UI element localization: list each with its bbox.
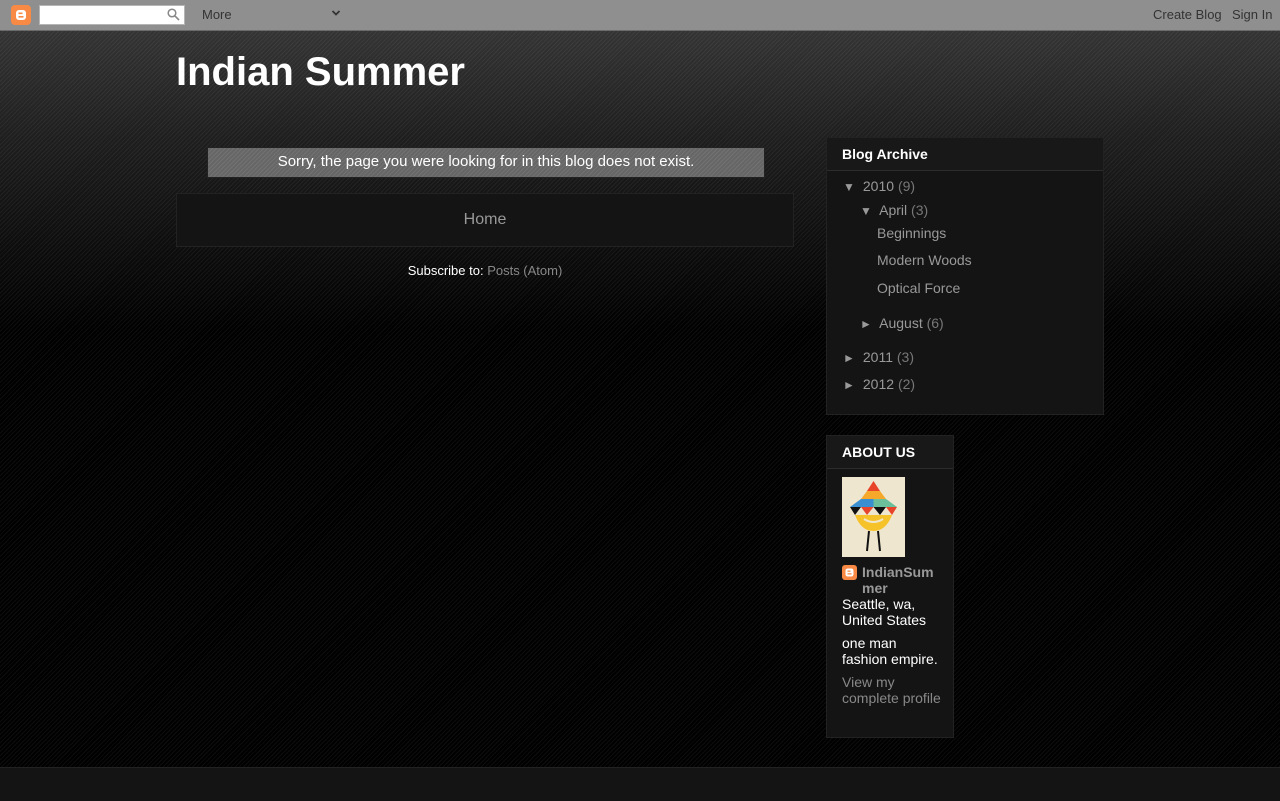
subscribe-feed: Subscribe to: Posts (Atom) (176, 263, 794, 278)
view-profile-link[interactable]: View my complete profile (842, 674, 942, 706)
archive-year-link[interactable]: 2011 (863, 349, 893, 365)
widget-title: ABOUT US (827, 436, 953, 469)
post-count: (9) (897, 178, 916, 194)
post-count: (3) (911, 202, 929, 218)
archive-month-august: ► August (6) (860, 314, 944, 333)
archive-post-link[interactable]: Optical Force (877, 280, 960, 296)
blogger-logo-icon[interactable] (11, 5, 31, 25)
post-count: (3) (896, 349, 915, 365)
collapse-toggle-icon[interactable]: ▼ (860, 202, 876, 220)
footer (0, 767, 1280, 801)
profile-description: one man fashion empire. (842, 635, 938, 667)
archive-post-link[interactable]: Beginnings (877, 225, 946, 241)
more-dropdown[interactable]: More (202, 7, 232, 22)
archive-year-2010: ▼ 2010 (9) (843, 177, 915, 196)
chevron-down-icon[interactable] (331, 8, 341, 18)
search-input[interactable] (39, 5, 185, 25)
sign-in-link[interactable]: Sign In (1232, 7, 1272, 22)
archive-year-2012: ► 2012 (2) (843, 375, 915, 394)
expand-toggle-icon[interactable]: ► (843, 349, 859, 367)
blogger-navbar: More Create Blog Sign In (0, 0, 1280, 31)
archive-year-link[interactable]: 2012 (863, 376, 894, 392)
blog-archive-widget: Blog Archive ▼ 2010 (9) ▼ April (3) Begi… (826, 137, 1104, 415)
blog-title[interactable]: Indian Summer (176, 50, 465, 95)
collapse-toggle-icon[interactable]: ▼ (843, 178, 859, 196)
about-us-widget: ABOUT US IndianSummer Seattle, wa, Unite… (826, 435, 954, 738)
archive-month-link[interactable]: April (879, 202, 907, 218)
profile-location: Seattle, wa, United States (842, 596, 927, 628)
widget-title: Blog Archive (827, 138, 1103, 171)
blog-pager: Home (176, 193, 794, 247)
status-message: Sorry, the page you were looking for in … (207, 147, 765, 178)
archive-year-2011: ► 2011 (3) (843, 348, 914, 367)
posts-atom-link[interactable]: Posts (Atom) (487, 263, 562, 278)
home-link[interactable]: Home (464, 211, 507, 228)
archive-year-link[interactable]: 2010 (863, 178, 894, 194)
profile-avatar[interactable] (842, 477, 905, 557)
blogger-profile-icon (842, 565, 857, 580)
expand-toggle-icon[interactable]: ► (860, 315, 876, 333)
expand-toggle-icon[interactable]: ► (843, 376, 859, 394)
post-count: (6) (926, 315, 944, 331)
profile-name-link[interactable]: IndianSummer (862, 564, 937, 596)
archive-post-link[interactable]: Modern Woods (877, 252, 972, 268)
create-blog-link[interactable]: Create Blog (1153, 7, 1222, 22)
search-icon[interactable] (167, 8, 180, 21)
archive-month-april: ▼ April (3) (860, 201, 928, 220)
post-count: (2) (897, 376, 916, 392)
subscribe-label: Subscribe to: (407, 263, 484, 278)
archive-month-link[interactable]: August (879, 315, 923, 331)
